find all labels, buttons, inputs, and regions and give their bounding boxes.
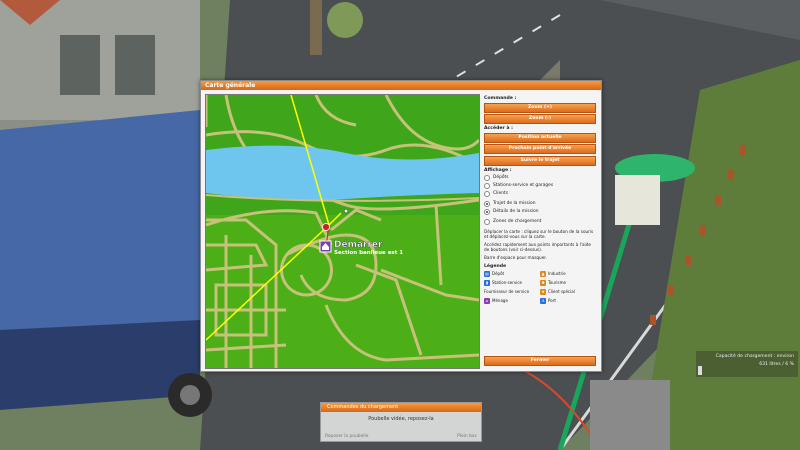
legend-item: ★ Client spécial (540, 288, 596, 295)
current-position-button[interactable]: Position actuelle (484, 132, 596, 143)
display-option-route[interactable]: Trajet de la mission (484, 200, 596, 208)
cargo-right-hint: Plein bac (457, 434, 477, 439)
display-option-label: Trajet de la mission (493, 201, 536, 206)
map-label-location: Section banlieue est 1 (334, 250, 403, 256)
player-position-marker (322, 223, 330, 231)
fuel-station-icon: ▮ (484, 279, 490, 286)
capacity-readout: Capacité de chargement : environ 631 lit… (696, 351, 798, 377)
legend-label: Tourisme (548, 280, 566, 286)
cargo-status: Poubelle vidée, reposez-la (368, 416, 434, 422)
display-option-label: Détails de la mission (493, 209, 539, 214)
close-button[interactable]: Fermer (484, 355, 596, 366)
help-points: Accédez rapidement aux points importants… (484, 241, 591, 253)
legend-label: Client spécial (548, 289, 575, 295)
legend-item: ⚓ Port (540, 297, 596, 304)
display-option-details[interactable]: Détails de la mission (484, 208, 596, 216)
access-heading: Accéder à : (484, 126, 513, 131)
capacity-label: Capacité de chargement : environ (715, 354, 794, 359)
follow-route-button[interactable]: Suivre le trajet (484, 155, 596, 166)
clients-radio[interactable] (484, 190, 490, 197)
display-option-loading-zones[interactable]: Zones de chargement (484, 218, 596, 226)
legend-label: Industrie (548, 271, 566, 277)
map-sidebar: Commande : Zoom (+) Zoom (-) Accéder à :… (484, 94, 596, 367)
legend-item-service: Fournisseur de service (484, 289, 540, 295)
loading-zones-radio[interactable] (484, 218, 490, 225)
map-label-start: Démarrer (334, 239, 383, 250)
display-heading: Affichage : (484, 167, 512, 173)
special-client-icon: ★ (540, 288, 546, 295)
details-radio[interactable] (484, 208, 490, 215)
capacity-bar (698, 366, 702, 375)
display-option-label: Dépôts (493, 175, 509, 180)
industry-icon: ▲ (540, 270, 546, 277)
legend-label: Station-service (492, 280, 522, 286)
legend-item: ♣ Tourisme (540, 279, 596, 286)
map-window: Carte générale Démarrer Section banlieue… (200, 80, 602, 372)
cargo-panel-title: Commandes du chargement (321, 403, 481, 412)
legend-heading: Légende (484, 263, 507, 269)
legend: ▤ Dépôt ▲ Industrie ▮ Station-service ♣ Tour… (484, 270, 596, 304)
garbage-truck (0, 110, 200, 340)
command-heading: Commande : (484, 96, 517, 101)
legend-label: Fournisseur de service (484, 289, 530, 295)
display-option-clients[interactable]: Clients (484, 190, 596, 198)
legend-label: Port (548, 298, 556, 304)
legend-label: Ménage (492, 298, 508, 304)
help-space: Barre d'espace pour masquer. (484, 255, 547, 261)
map-canvas[interactable]: Démarrer Section banlieue est 1 (206, 95, 479, 368)
cargo-left-hint: Reposer la poubelle (325, 434, 369, 439)
display-option-depots[interactable]: Dépôts (484, 174, 596, 182)
cargo-controls-panel: Commandes du chargement Poubelle vidée, … (320, 402, 482, 442)
help-move: Déplacer la carte : cliquez sur le bouto… (484, 228, 594, 239)
display-option-label: Zones de chargement (493, 219, 542, 224)
port-icon: ⚓ (540, 297, 546, 304)
zoom-in-button[interactable]: Zoom (+) (484, 102, 596, 113)
depots-radio[interactable] (484, 174, 490, 181)
next-point-button[interactable]: Prochain point d'arrivée (484, 144, 596, 154)
display-option-label: Clients (493, 191, 508, 196)
legend-item: ▤ Dépôt (484, 270, 540, 277)
legend-item: ▮ Station-service (484, 279, 540, 286)
route-radio[interactable] (484, 200, 490, 207)
capacity-value: 631 litres / 6 % (759, 362, 794, 367)
display-option-stations[interactable]: Stations-service et garages (484, 182, 596, 190)
household-icon: ⌂ (484, 297, 490, 304)
legend-label: Dépôt (492, 271, 505, 277)
display-option-label: Stations-service et garages (493, 183, 554, 188)
tourism-icon: ♣ (540, 279, 546, 286)
map-window-title: Carte générale (201, 81, 601, 90)
legend-item: ⌂ Ménage (484, 297, 540, 304)
legend-item: ▲ Industrie (540, 270, 596, 277)
zoom-out-button[interactable]: Zoom (-) (484, 114, 596, 124)
overview-map[interactable]: Démarrer Section banlieue est 1 (205, 94, 480, 369)
stations-radio[interactable] (484, 182, 490, 189)
depot-icon: ▤ (484, 270, 490, 277)
